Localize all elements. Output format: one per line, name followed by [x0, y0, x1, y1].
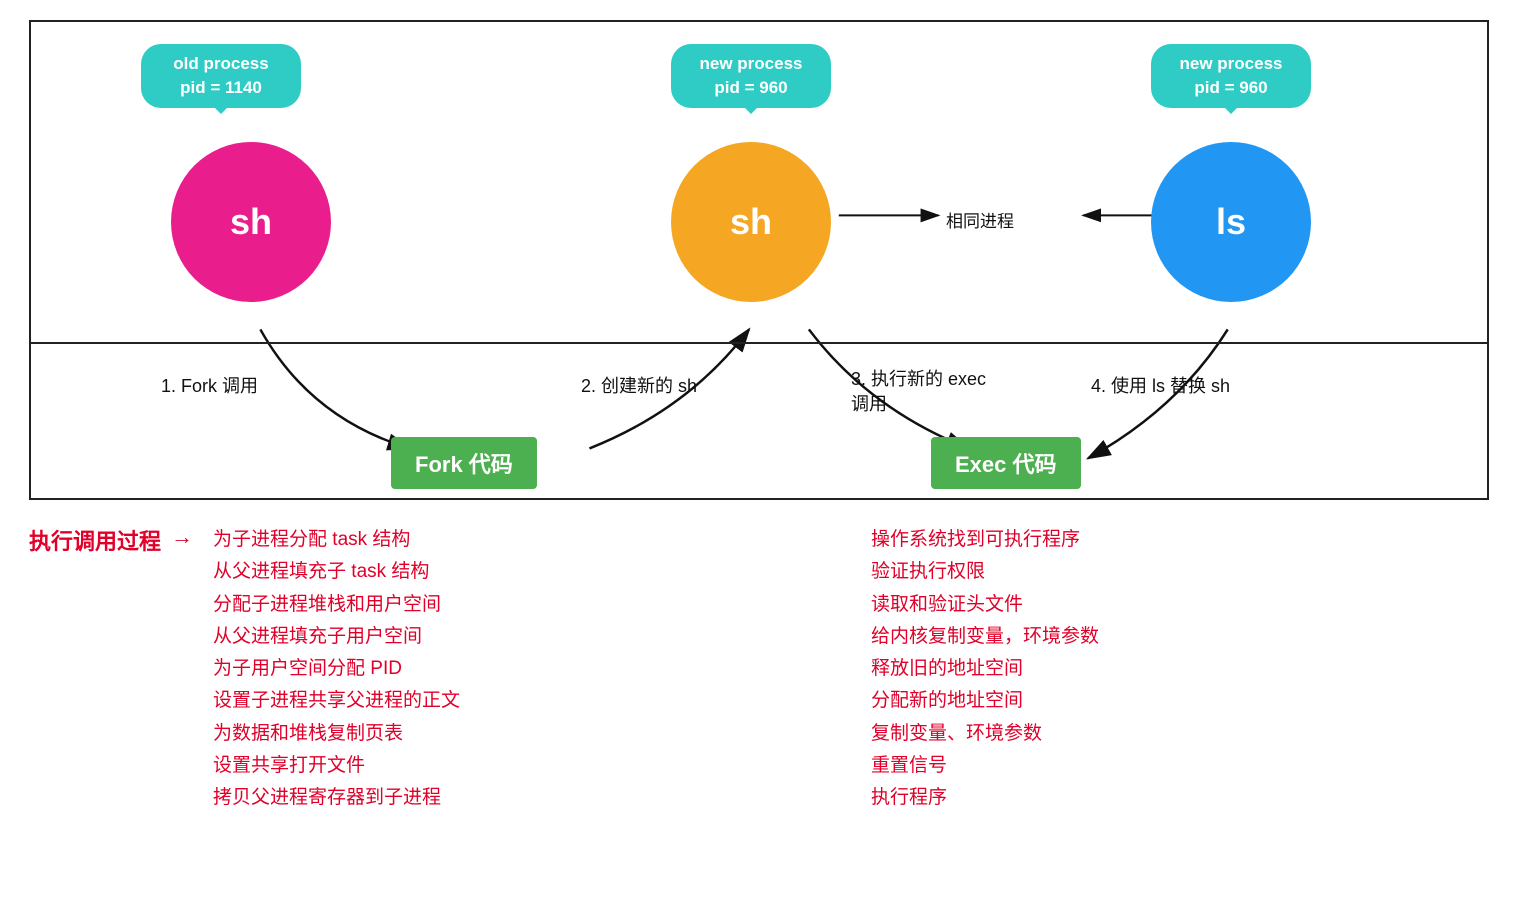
exec-list-item: 读取和验证头文件	[871, 589, 1489, 621]
fork-list-item: 分配子进程堆栈和用户空间	[213, 589, 831, 621]
exec-list-item: 重置信号	[871, 750, 1489, 782]
exec-list-item: 验证执行权限	[871, 556, 1489, 588]
fork-list-item: 设置共享打开文件	[213, 750, 831, 782]
diagram-divider	[31, 342, 1487, 344]
bottom-section: 执行调用过程 → 为子进程分配 task 结构从父进程填充子 task 结构分配…	[29, 500, 1489, 815]
step-label-4: 4. 使用 ls 替换 sh	[1091, 372, 1230, 398]
circle-ls-blue: ls	[1151, 142, 1311, 302]
fork-list: 为子进程分配 task 结构从父进程填充子 task 结构分配子进程堆栈和用户空…	[213, 524, 831, 815]
fork-column: 为子进程分配 task 结构从父进程填充子 task 结构分配子进程堆栈和用户空…	[213, 524, 831, 815]
diagram-box: old process pid = 1140 new process pid =…	[29, 20, 1489, 500]
step-label-1: 1. Fork 调用	[161, 372, 258, 398]
exec-list-item: 释放旧的地址空间	[871, 653, 1489, 685]
exec-list-item: 给内核复制变量，环境参数	[871, 621, 1489, 653]
exec-list-item: 复制变量、环境参数	[871, 718, 1489, 750]
circle-sh-orange: sh	[671, 142, 831, 302]
fork-list-item: 为子进程分配 task 结构	[213, 524, 831, 556]
fork-list-item: 从父进程填充子用户空间	[213, 621, 831, 653]
bubble-new-process-1: new process pid = 960	[671, 44, 831, 108]
fork-code-box: Fork 代码	[391, 437, 537, 489]
step-label-2: 2. 创建新的 sh	[581, 372, 697, 398]
bubble-old-process: old process pid = 1140	[141, 44, 301, 108]
fork-list-item: 从父进程填充子 task 结构	[213, 556, 831, 588]
exec-list-item: 执行程序	[871, 782, 1489, 814]
same-process-label: 相同进程	[946, 207, 1014, 232]
exec-list: 操作系统找到可执行程序验证执行权限读取和验证头文件给内核复制变量，环境参数释放旧…	[871, 524, 1489, 815]
exec-call-label: 执行调用过程 →	[29, 524, 213, 556]
main-container: old process pid = 1140 new process pid =…	[29, 20, 1489, 815]
fork-list-item: 拷贝父进程寄存器到子进程	[213, 782, 831, 814]
exec-code-box: Exec 代码	[931, 437, 1081, 489]
exec-column: 操作系统找到可执行程序验证执行权限读取和验证头文件给内核复制变量，环境参数释放旧…	[871, 524, 1489, 815]
fork-list-item: 设置子进程共享父进程的正文	[213, 685, 831, 717]
circle-sh-pink: sh	[171, 142, 331, 302]
fork-list-item: 为子用户空间分配 PID	[213, 653, 831, 685]
fork-list-item: 为数据和堆栈复制页表	[213, 718, 831, 750]
exec-list-item: 分配新的地址空间	[871, 685, 1489, 717]
bubble-new-process-2: new process pid = 960	[1151, 44, 1311, 108]
exec-list-item: 操作系统找到可执行程序	[871, 524, 1489, 556]
exec-arrow: →	[171, 524, 193, 550]
columns-container: 为子进程分配 task 结构从父进程填充子 task 结构分配子进程堆栈和用户空…	[213, 524, 1489, 815]
step-label-3: 3. 执行新的 exec 调用	[851, 367, 1001, 417]
